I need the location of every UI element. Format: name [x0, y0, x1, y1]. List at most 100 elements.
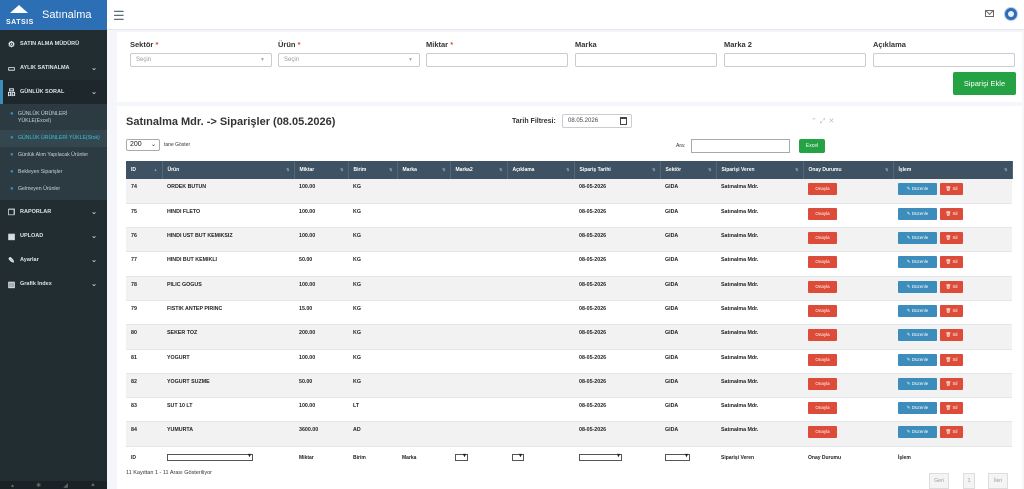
column-header[interactable]: Onay Durumu ⇅: [803, 161, 894, 179]
column-filter-select[interactable]: [167, 452, 253, 462]
envelope-icon[interactable]: [985, 10, 994, 17]
footer-icon[interactable]: ▲: [90, 482, 96, 488]
column-filter-select[interactable]: [665, 452, 690, 462]
search-input[interactable]: [691, 139, 790, 153]
marka-input[interactable]: [575, 53, 717, 67]
table-cell: [450, 179, 507, 204]
orders-table: ID ▲ Ürün ⇅ Miktar ⇅ Birim ⇅ Marka ⇅ Marka2 ⇅ Açıkla…: [126, 161, 1013, 469]
column-header[interactable]: Sipariş Tarihi ⇅: [574, 161, 661, 179]
submenu-item-bekleyen-siparisler[interactable]: ● Bekleyen Siparişler: [0, 164, 107, 181]
edit-button[interactable]: ✎ Düzenle: [898, 256, 937, 269]
submenu-item-urunleri-yukle-excel[interactable]: ● GÜNLÜK ÜRÜNLERİ YÜKLE(Excel): [0, 106, 107, 130]
pager-page-button[interactable]: 1: [963, 473, 975, 489]
delete-button[interactable]: 🗑 Sil: [940, 256, 963, 269]
footer-icon[interactable]: ◢: [63, 482, 68, 489]
user-avatar[interactable]: [1004, 7, 1018, 21]
sidebar-item-grafik-index[interactable]: ▥ Grafik Index ⌄: [0, 272, 107, 296]
edit-button[interactable]: ✎ Düzenle: [898, 232, 937, 245]
chevron-down-icon: ⌄: [91, 233, 97, 240]
column-filter-select[interactable]: [455, 452, 468, 462]
brand-bar[interactable]: SATSIS Satınalma: [0, 0, 107, 30]
marka2-input[interactable]: [724, 53, 866, 67]
approve-button[interactable]: Onayla: [808, 256, 837, 269]
sektor-select[interactable]: Seçin ▼: [130, 53, 272, 67]
delete-button[interactable]: 🗑 Sil: [940, 183, 963, 195]
table-cell: Satınalma Mdr.: [716, 373, 803, 399]
column-header[interactable]: Açıklama ⇅: [507, 161, 575, 179]
delete-button[interactable]: 🗑 Sil: [940, 402, 963, 415]
approve-button[interactable]: Onayla: [808, 402, 837, 415]
column-header[interactable]: Sektör ⇅: [660, 161, 717, 179]
footer-icon[interactable]: ▴: [11, 482, 14, 489]
edit-button[interactable]: ✎ Düzenle: [898, 402, 937, 415]
pager-prev-button[interactable]: Geri: [929, 473, 949, 489]
table-cell: [450, 300, 507, 326]
approve-button[interactable]: Onayla: [808, 232, 837, 245]
column-header[interactable]: İşlem ⇅: [893, 161, 1013, 179]
approve-button[interactable]: Onayla: [808, 329, 837, 342]
approve-button[interactable]: Onayla: [808, 353, 837, 366]
sidebar-item-raporlar[interactable]: ❐ RAPORLAR ⌄: [0, 200, 107, 224]
urun-select[interactable]: Seçin ▼: [278, 53, 420, 67]
hamburger-menu-icon[interactable]: ☰: [113, 8, 125, 24]
column-header[interactable]: Ürün ⇅: [162, 161, 295, 179]
miktar-field: Miktar *: [426, 40, 568, 67]
edit-button[interactable]: ✎ Düzenle: [898, 377, 937, 390]
page-length-select[interactable]: 200 ⌄: [126, 139, 160, 151]
table-cell: GIDA: [660, 324, 716, 350]
edit-button[interactable]: ✎ Düzenle: [898, 353, 937, 366]
box-tools[interactable]: ⌃⤢✕: [811, 117, 837, 126]
sidebar-item-upload[interactable]: ▦ UPLOAD ⌄: [0, 224, 107, 248]
delete-button[interactable]: 🗑 Sil: [940, 353, 963, 366]
table-cell: 08-05-2026: [574, 251, 660, 277]
delete-button[interactable]: 🗑 Sil: [940, 280, 963, 293]
edit-button[interactable]: ✎ Düzenle: [898, 329, 937, 342]
submenu-item-urunleri-yukle-stok[interactable]: ● GÜNLÜK ÜRÜNLERİ YÜKLE(Stok): [0, 130, 107, 147]
delete-button[interactable]: 🗑 Sil: [940, 377, 963, 390]
excel-export-button[interactable]: Excel: [799, 139, 825, 153]
date-filter-input[interactable]: 08.05.2026: [562, 114, 632, 128]
aciklama-input[interactable]: [873, 53, 1015, 67]
add-order-button[interactable]: Siparişi Ekle: [953, 72, 1016, 95]
column-header[interactable]: Miktar ⇅: [294, 161, 349, 179]
sidebar-item-aylik-satinalma[interactable]: ▭ AYLIK SATINALMA ⌄: [0, 56, 107, 80]
approve-button[interactable]: Onayla: [808, 426, 837, 439]
approve-button[interactable]: Onayla: [808, 280, 837, 293]
column-header[interactable]: Birim ⇅: [348, 161, 398, 179]
table-cell: [507, 227, 574, 253]
delete-button[interactable]: 🗑 Sil: [940, 329, 963, 342]
column-filter-select[interactable]: [512, 452, 524, 462]
miktar-input[interactable]: [426, 53, 568, 67]
approve-button[interactable]: Onayla: [808, 304, 837, 317]
edit-button[interactable]: ✎ Düzenle: [898, 426, 937, 439]
table-cell: [397, 227, 450, 253]
column-header[interactable]: ID ▲: [126, 161, 163, 179]
pager-next-button[interactable]: İleri: [988, 473, 1008, 489]
sidebar-item-gunluk-soral[interactable]: 品 GÜNLÜK SORAL ⌄: [0, 80, 107, 104]
edit-button[interactable]: ✎ Düzenle: [898, 280, 937, 293]
sidebar-item-ayarlar[interactable]: ✎ Ayarlar ⌄: [0, 248, 107, 272]
table-cell: 08-05-2026: [574, 349, 660, 374]
approve-button[interactable]: Onayla: [808, 377, 837, 390]
delete-button[interactable]: 🗑 Sil: [940, 207, 963, 220]
edit-button[interactable]: ✎ Düzenle: [898, 304, 937, 317]
column-filter-select[interactable]: [579, 452, 622, 462]
table-cell: 50.00: [294, 373, 348, 399]
approve-button[interactable]: Onayla: [808, 207, 837, 220]
table-cell: YOGURT: [162, 349, 294, 374]
chevron-down-icon: ⌄: [91, 281, 97, 288]
delete-button[interactable]: 🗑 Sil: [940, 426, 963, 439]
column-header[interactable]: Marka2 ⇅: [450, 161, 508, 179]
approve-button[interactable]: Onayla: [808, 183, 837, 195]
delete-button[interactable]: 🗑 Sil: [940, 232, 963, 245]
edit-button[interactable]: ✎ Düzenle: [898, 207, 937, 220]
column-header[interactable]: Siparişi Veren ⇅: [716, 161, 804, 179]
submenu-item-alim-yapilacak[interactable]: ● Günlük Alım Yapılacak Ürünler: [0, 147, 107, 164]
edit-button[interactable]: ✎ Düzenle: [898, 183, 937, 195]
sidebar-item-satin-alma-muduru[interactable]: ⚙ SATIN ALMA MÜDÜRÜ: [0, 32, 107, 56]
delete-button[interactable]: 🗑 Sil: [940, 304, 963, 317]
footer-icon[interactable]: ✱: [36, 482, 41, 489]
column-header[interactable]: Marka ⇅: [397, 161, 451, 179]
calendar-icon[interactable]: [620, 117, 627, 125]
submenu-item-gelmeyen-urunler[interactable]: ● Gelmeyen Ürünler: [0, 181, 107, 198]
